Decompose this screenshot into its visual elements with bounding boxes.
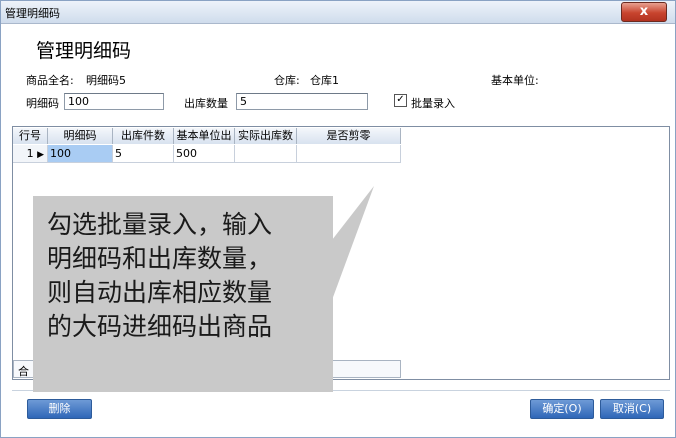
row-number-cell: 1 ▶ bbox=[13, 145, 48, 163]
summary-label: 合 bbox=[18, 365, 29, 378]
cancel-button[interactable]: 取消(C) bbox=[600, 399, 664, 419]
out-pieces-cell[interactable]: 5 bbox=[113, 145, 174, 163]
title-bar[interactable]: 管理明细码 x bbox=[1, 1, 675, 24]
close-icon: x bbox=[639, 4, 649, 19]
delete-button[interactable]: 删除 bbox=[27, 399, 92, 419]
col-out-pieces[interactable]: 出库件数 bbox=[113, 128, 174, 144]
table-row[interactable]: 1 ▶ 100 5 500 bbox=[13, 145, 401, 163]
grid-header: 行号 明细码 出库件数 基本单位出 实际出库数 是否剪零 bbox=[13, 128, 401, 144]
is-cut-cell[interactable] bbox=[297, 145, 401, 163]
batch-entry-checkbox[interactable]: ✓ bbox=[394, 94, 407, 107]
product-label: 商品全名: bbox=[26, 74, 74, 87]
col-actual-out[interactable]: 实际出库数 bbox=[235, 128, 297, 144]
ok-button[interactable]: 确定(O) bbox=[530, 399, 594, 419]
row-number: 1 bbox=[26, 147, 34, 160]
detail-code-cell[interactable]: 100 bbox=[48, 145, 113, 163]
batch-entry-label: 批量录入 bbox=[411, 97, 455, 110]
current-row-marker-icon: ▶ bbox=[37, 150, 44, 160]
annotation-text: 勾选批量录入，输入 明细码和出库数量， 则自动出库相应数量 的大码进细码出商品 bbox=[47, 208, 337, 344]
close-button[interactable]: x bbox=[621, 2, 667, 22]
annotation-line: 勾选批量录入，输入 bbox=[47, 210, 273, 239]
page-title: 管理明细码 bbox=[36, 40, 132, 62]
annotation-line: 明细码和出库数量， bbox=[47, 244, 273, 273]
base-unit-out-cell[interactable]: 500 bbox=[174, 145, 235, 163]
detail-code-input[interactable]: 100 bbox=[64, 93, 164, 110]
col-is-cut[interactable]: 是否剪零 bbox=[297, 128, 401, 144]
col-detail-code[interactable]: 明细码 bbox=[48, 128, 113, 144]
warehouse-label: 仓库: bbox=[274, 74, 300, 87]
annotation-line: 则自动出库相应数量 bbox=[47, 278, 273, 307]
col-base-unit-out[interactable]: 基本单位出 bbox=[174, 128, 235, 144]
window-title: 管理明细码 bbox=[5, 7, 60, 20]
warehouse-value: 仓库1 bbox=[310, 74, 339, 87]
actual-out-cell[interactable] bbox=[235, 145, 297, 163]
out-qty-label: 出库数量 bbox=[184, 97, 228, 110]
base-unit-label: 基本单位: bbox=[491, 74, 539, 87]
col-row-no[interactable]: 行号 bbox=[13, 128, 48, 144]
detail-code-label: 明细码 bbox=[26, 97, 59, 110]
annotation-line: 的大码进细码出商品 bbox=[47, 312, 273, 341]
check-icon: ✓ bbox=[396, 94, 405, 105]
out-qty-input[interactable]: 5 bbox=[236, 93, 368, 110]
product-value: 明细码5 bbox=[86, 74, 126, 87]
